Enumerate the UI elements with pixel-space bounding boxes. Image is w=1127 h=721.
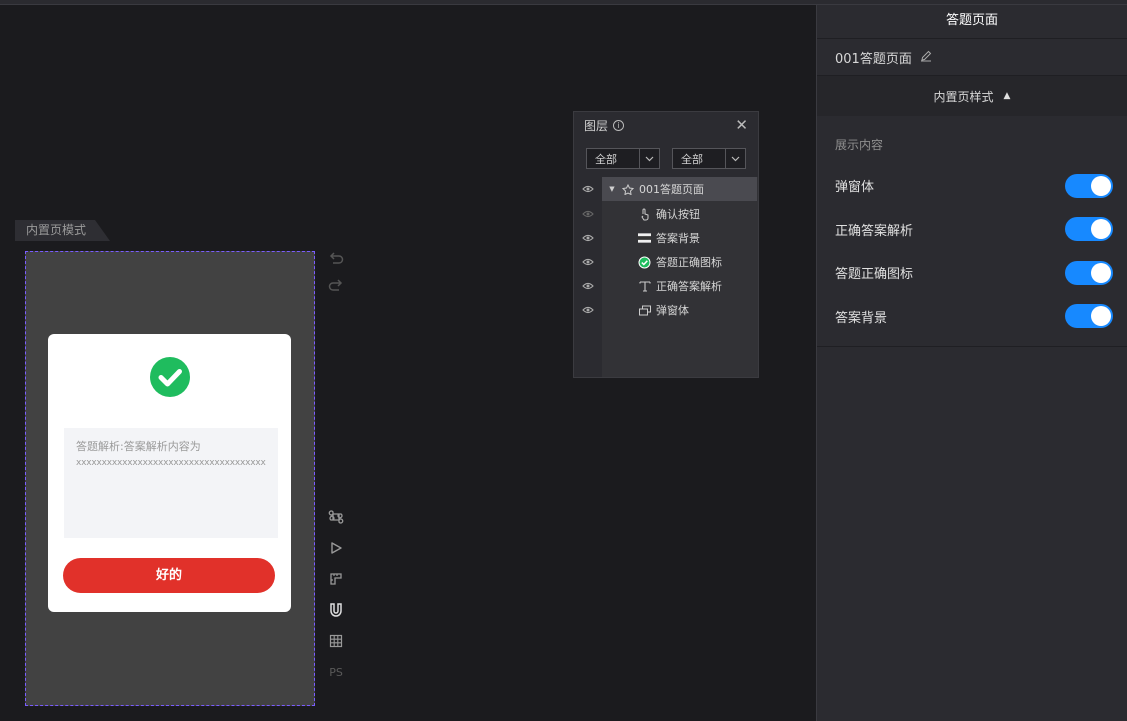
chevron-down-icon[interactable] bbox=[725, 149, 745, 168]
phone-preview[interactable]: 答题解析:答案解析内容为 xxxxxxxxxxxxxxxxxxxxxxxxxxx… bbox=[25, 251, 315, 706]
close-icon[interactable]: ✕ bbox=[735, 116, 748, 134]
redo-icon[interactable] bbox=[326, 275, 346, 295]
info-icon[interactable]: i bbox=[613, 119, 625, 131]
page-name: 001答题页面 bbox=[835, 51, 912, 67]
correct-check-icon[interactable] bbox=[150, 357, 190, 397]
layer-label: 确认按钮 bbox=[656, 208, 700, 221]
chevron-down-icon[interactable] bbox=[639, 149, 659, 168]
component-icon bbox=[621, 183, 634, 196]
layer-row[interactable]: 确认按钮 bbox=[574, 202, 758, 226]
eye-icon[interactable] bbox=[574, 282, 602, 290]
play-icon[interactable] bbox=[326, 538, 346, 558]
check-icon bbox=[638, 256, 651, 269]
ok-button[interactable]: 好的 bbox=[63, 558, 275, 593]
analysis-placeholder-text: xxxxxxxxxxxxxxxxxxxxxxxxxxxxxxxxxxxxxxxx bbox=[76, 458, 266, 468]
eye-icon[interactable] bbox=[574, 258, 602, 266]
layer-label: 答案背景 bbox=[656, 232, 700, 245]
caret-down-icon[interactable]: ▼ bbox=[608, 183, 616, 196]
list-caption: 展示内容 bbox=[835, 138, 884, 152]
ruler-icon[interactable] bbox=[326, 569, 346, 589]
display-content-list: 展示内容 弹窗体 正确答案解析 答题正确图标 答案背景 bbox=[817, 116, 1127, 347]
collapse-arrow-icon[interactable]: ▲ bbox=[1004, 91, 1011, 101]
layer-filters: 全部 全部 bbox=[574, 138, 758, 175]
panel-title: 答题页面 bbox=[817, 5, 1127, 39]
text-icon bbox=[638, 280, 651, 293]
layers-panel[interactable]: 图层 i ✕ 全部 全部 ▼ 001答题页面 确认按钮 答案背景 答题正确图标 … bbox=[573, 111, 759, 378]
option-correct-icon: 答题正确图标 bbox=[835, 251, 1113, 295]
toggle-answer-background[interactable] bbox=[1065, 304, 1113, 329]
layer-label: 正确答案解析 bbox=[656, 280, 722, 293]
layer-row-root[interactable]: ▼ 001答题页面 bbox=[574, 177, 758, 201]
window-icon bbox=[638, 304, 651, 317]
page-name-row: 001答题页面 bbox=[817, 39, 1127, 76]
canvas-tools: PS bbox=[326, 507, 346, 693]
filter-select-2[interactable]: 全部 bbox=[672, 148, 746, 169]
properties-panel: 答题页面 001答题页面 内置页样式 ▲ 展示内容 弹窗体 正确答案解析 答题正… bbox=[816, 5, 1127, 721]
ps-icon[interactable]: PS bbox=[326, 662, 346, 682]
layers-header: 图层 i ✕ bbox=[574, 112, 758, 138]
edit-icon[interactable] bbox=[920, 50, 932, 65]
filter-select-1[interactable]: 全部 bbox=[586, 148, 660, 169]
section-header-builtin-style[interactable]: 内置页样式 ▲ bbox=[817, 76, 1127, 116]
pointer-icon bbox=[638, 208, 651, 221]
image-icon bbox=[638, 232, 651, 245]
popup-dialog[interactable]: 答题解析:答案解析内容为 xxxxxxxxxxxxxxxxxxxxxxxxxxx… bbox=[48, 334, 291, 612]
history-tools bbox=[326, 248, 346, 306]
option-popup-body: 弹窗体 bbox=[835, 164, 1113, 208]
option-answer-background: 答案背景 bbox=[835, 295, 1113, 339]
option-answer-analysis: 正确答案解析 bbox=[835, 208, 1113, 252]
answer-analysis-box[interactable]: 答题解析:答案解析内容为 xxxxxxxxxxxxxxxxxxxxxxxxxxx… bbox=[64, 428, 278, 538]
toggle-correct-icon[interactable] bbox=[1065, 260, 1113, 285]
layer-label: 001答题页面 bbox=[639, 183, 704, 196]
undo-icon[interactable] bbox=[326, 248, 346, 268]
layers-title: 图层 bbox=[584, 118, 609, 133]
magnet-icon[interactable] bbox=[326, 600, 346, 620]
grid-icon[interactable] bbox=[326, 631, 346, 651]
layer-label: 答题正确图标 bbox=[656, 256, 722, 269]
layer-row[interactable]: 答题正确图标 bbox=[574, 250, 758, 274]
eye-icon[interactable] bbox=[574, 234, 602, 242]
layer-label: 弹窗体 bbox=[656, 304, 689, 317]
layer-row[interactable]: 正确答案解析 bbox=[574, 274, 758, 298]
section-title: 内置页样式 bbox=[933, 89, 994, 104]
eye-icon[interactable] bbox=[574, 306, 602, 314]
layer-row[interactable]: 答案背景 bbox=[574, 226, 758, 250]
command-icon[interactable] bbox=[326, 507, 346, 527]
toggle-popup-body[interactable] bbox=[1065, 173, 1113, 198]
layer-tree: ▼ 001答题页面 确认按钮 答案背景 答题正确图标 正确答案解析 弹窗体 bbox=[574, 177, 758, 377]
eye-icon[interactable] bbox=[574, 185, 602, 193]
layer-row[interactable]: 弹窗体 bbox=[574, 298, 758, 322]
mode-tag: 内置页模式 bbox=[15, 220, 110, 241]
toggle-answer-analysis[interactable] bbox=[1065, 217, 1113, 242]
eye-icon[interactable] bbox=[574, 210, 602, 218]
analysis-text: 答题解析:答案解析内容为 bbox=[76, 440, 201, 453]
